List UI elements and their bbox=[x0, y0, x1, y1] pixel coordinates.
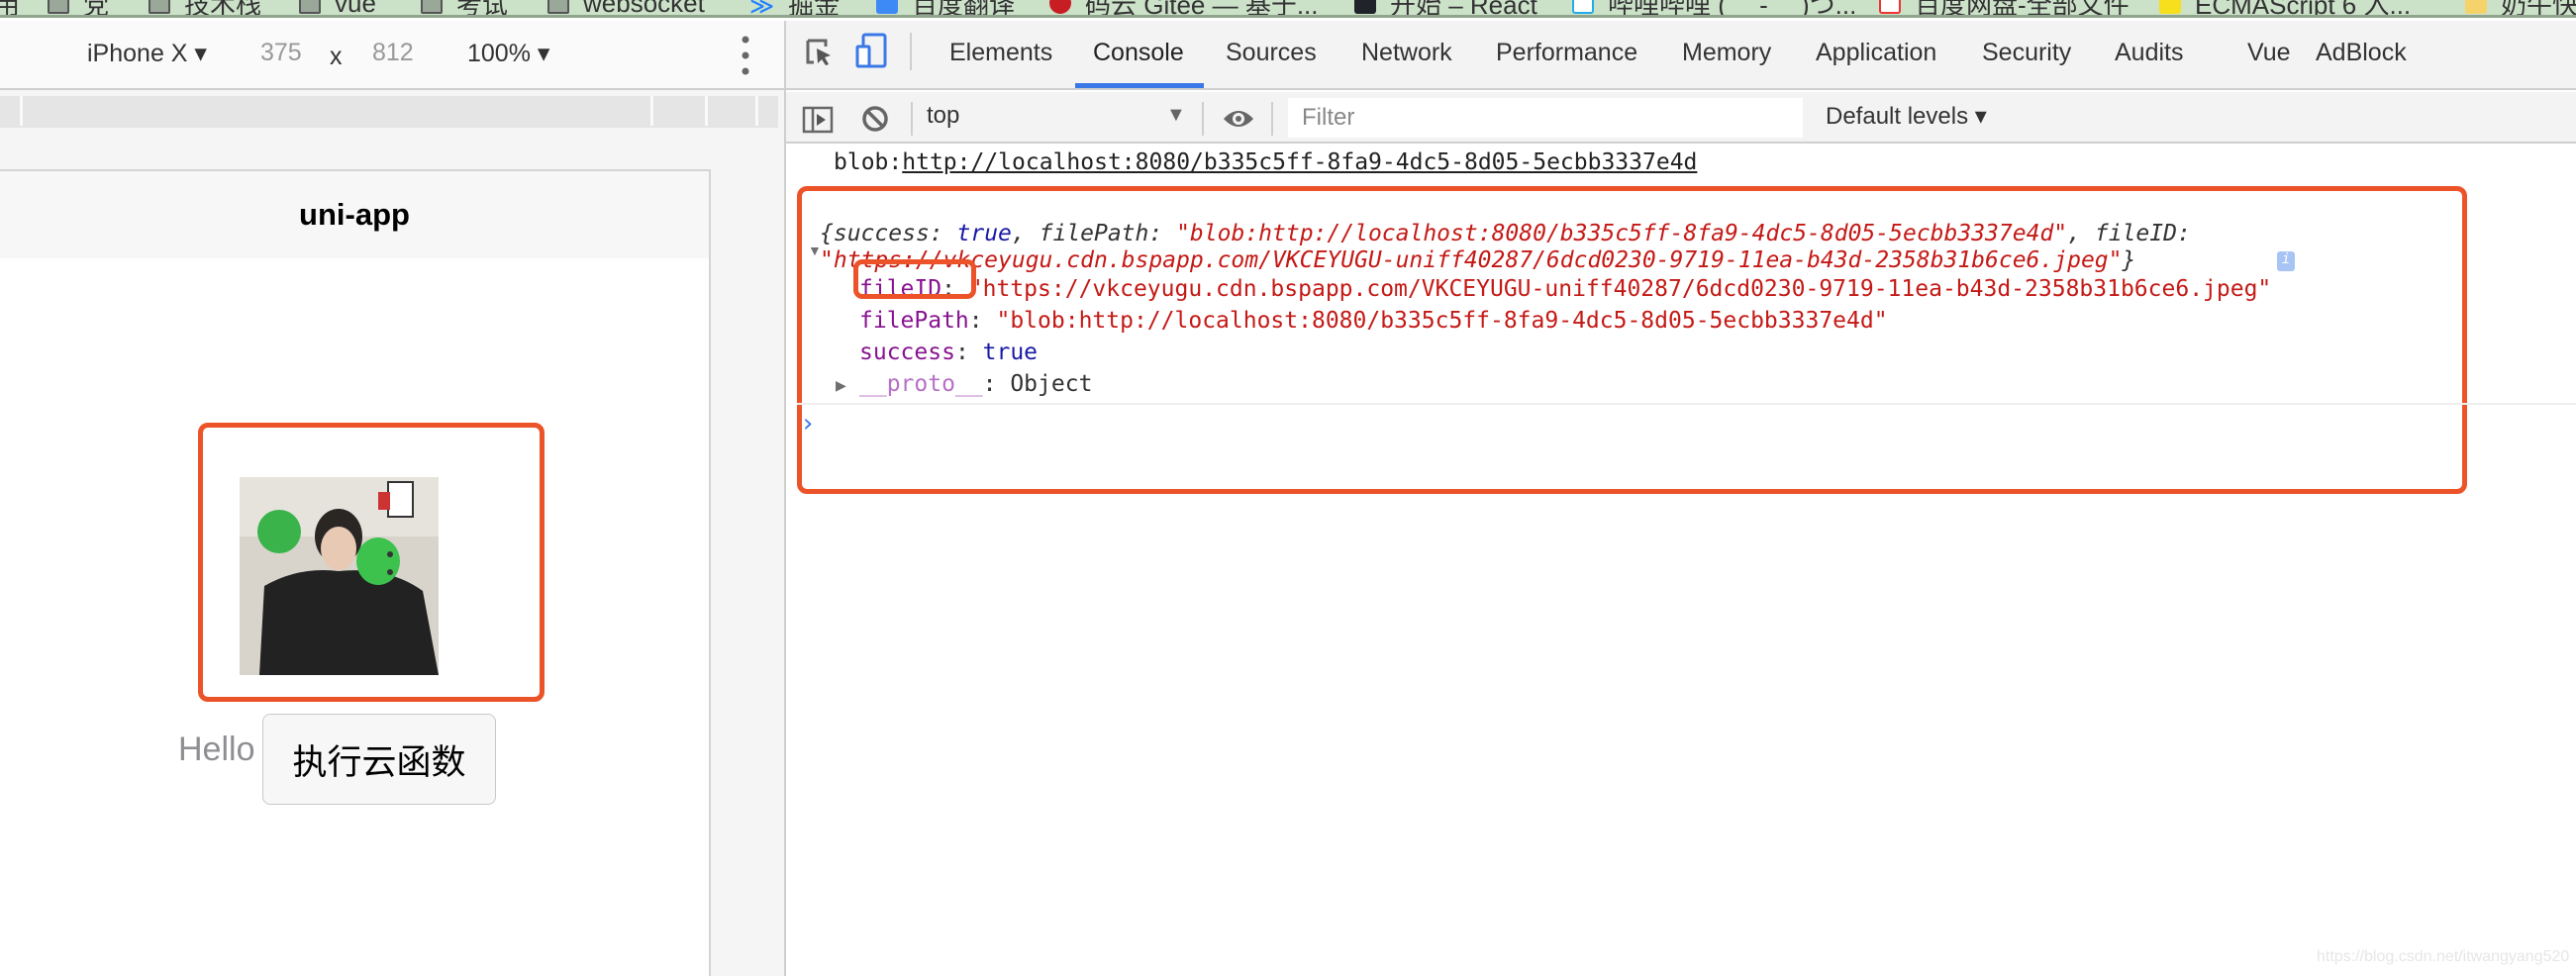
hello-text: Hello bbox=[178, 731, 255, 768]
folder-icon bbox=[149, 0, 170, 14]
live-expression-eye-icon[interactable] bbox=[1222, 106, 1255, 132]
log-levels-select[interactable]: Default levels ▾ bbox=[1826, 102, 1987, 131]
height-input[interactable]: 812 bbox=[372, 39, 414, 67]
bookmark-item[interactable]: 码云 Gitee — 基于... bbox=[1049, 0, 1319, 15]
prop-success: success: true bbox=[859, 340, 1039, 365]
bilibili-icon bbox=[1572, 0, 1594, 14]
console-message: blob:http://localhost:8080/b335c5ff-8fa9… bbox=[834, 149, 1698, 175]
baidu-pan-icon bbox=[1879, 0, 1901, 14]
prop-proto[interactable]: __proto__: Object bbox=[859, 371, 1092, 397]
folder-icon bbox=[547, 0, 569, 14]
device-toolbar: iPhone X ▾ 375 x 812 100% ▾ bbox=[0, 21, 784, 90]
width-input[interactable]: 375 bbox=[260, 39, 302, 67]
more-options-icon[interactable] bbox=[742, 35, 749, 76]
tab-elements[interactable]: Elements bbox=[949, 39, 1052, 67]
bookmark-item[interactable]: 开始 – React bbox=[1354, 0, 1537, 15]
juejin-icon: ≫ bbox=[749, 0, 775, 18]
chevron-down-icon: ▾ bbox=[194, 40, 207, 67]
inspect-element-icon[interactable] bbox=[806, 39, 834, 66]
tab-security[interactable]: Security bbox=[1982, 39, 2071, 67]
prop-filepath: filePath: "blob:http://localhost:8080/b3… bbox=[859, 308, 1888, 334]
object-summary[interactable]: {success: true, filePath: "blob:http://l… bbox=[820, 221, 2191, 246]
react-icon bbox=[1354, 0, 1376, 14]
bookmark-item[interactable]: vue bbox=[299, 0, 376, 15]
nav-bar: uni-app bbox=[0, 171, 709, 258]
device-emulation-pane: iPhone X ▾ 375 x 812 100% ▾ uni-app Hell… bbox=[0, 21, 784, 976]
console-prompt[interactable]: › bbox=[800, 409, 816, 439]
device-toolbar-toggle-icon[interactable] bbox=[855, 33, 887, 68]
folder-icon bbox=[48, 0, 69, 14]
bookmark-item[interactable]: 百度翻译 bbox=[876, 0, 1015, 15]
filter-input[interactable] bbox=[1288, 98, 1803, 138]
tab-memory[interactable]: Memory bbox=[1682, 39, 1771, 67]
bookmark-item[interactable]: 党 bbox=[48, 0, 109, 15]
zoom-select[interactable]: 100% ▾ bbox=[467, 39, 549, 68]
dimension-separator: x bbox=[330, 43, 343, 70]
tab-application[interactable]: Application bbox=[1816, 39, 1936, 67]
devtools-panel: Elements Console Sources Network Perform… bbox=[784, 21, 2576, 976]
bookmark-item[interactable]: 奶牛快 bbox=[2465, 0, 2576, 15]
tab-console[interactable]: Console bbox=[1093, 39, 1184, 67]
watermark: https://blog.csdn.net/itwangyang520 bbox=[2317, 948, 2570, 965]
chevron-down-icon[interactable]: ▼ bbox=[1166, 104, 1186, 127]
blob-link[interactable]: http://localhost:8080/b335c5ff-8fa9-4dc5… bbox=[902, 149, 1697, 175]
divider bbox=[797, 403, 2576, 405]
bookmark-item[interactable]: 哔哩哔哩 ( ゜- ゜)つ... bbox=[1572, 0, 1856, 15]
tab-network[interactable]: Network bbox=[1361, 39, 1452, 67]
bookmark-item[interactable]: 用 bbox=[0, 0, 20, 15]
chevron-down-icon: ▾ bbox=[1974, 103, 1987, 130]
tab-adblock[interactable]: AdBlock bbox=[2316, 39, 2407, 67]
page-title: uni-app bbox=[299, 197, 410, 232]
console-toolbar: top ▼ Default levels ▾ bbox=[786, 92, 2576, 144]
prop-fileid: fileID: "https://vkceyugu.cdn.bspapp.com… bbox=[859, 276, 2272, 302]
cow-icon bbox=[2465, 0, 2487, 14]
tab-audits[interactable]: Audits bbox=[2115, 39, 2183, 67]
tab-sources[interactable]: Sources bbox=[1226, 39, 1317, 67]
uploaded-photo bbox=[240, 477, 439, 675]
phone-viewport: uni-app Hello 执行云函数 bbox=[0, 169, 711, 976]
info-icon[interactable]: i bbox=[2277, 251, 2295, 271]
folder-icon bbox=[299, 0, 321, 14]
gitee-icon bbox=[1049, 0, 1071, 14]
context-select[interactable]: top bbox=[927, 102, 959, 130]
clear-console-icon[interactable] bbox=[861, 105, 889, 133]
chevron-down-icon: ▾ bbox=[537, 40, 550, 67]
object-summary-continued: "https://vkceyugu.cdn.bspapp.com/VKCEYUG… bbox=[820, 247, 2295, 273]
bookmarks-bar: 用 党 技术栈 vue 考试 websocket ≫掘金 百度翻译 码云 Git… bbox=[0, 0, 2576, 18]
bookmark-item[interactable]: 考试 bbox=[421, 0, 508, 15]
expand-triangle-icon[interactable]: ▶ bbox=[836, 377, 846, 394]
es-icon bbox=[2159, 0, 2181, 14]
folder-icon bbox=[421, 0, 443, 14]
tab-vue[interactable]: Vue bbox=[2247, 39, 2291, 67]
bookmark-item[interactable]: websocket bbox=[547, 0, 705, 15]
bookmark-item[interactable]: ≫ 掘金 bbox=[749, 0, 840, 18]
show-sidebar-icon[interactable] bbox=[802, 106, 834, 134]
bookmark-item[interactable]: ECMAScript 6 入... bbox=[2159, 0, 2411, 15]
bookmark-item[interactable]: 百度网盘-全部文件 bbox=[1879, 0, 2130, 15]
bookmark-item[interactable]: 技术栈 bbox=[149, 0, 261, 15]
device-select[interactable]: iPhone X ▾ bbox=[87, 39, 207, 68]
devtools-tab-bar: Elements Console Sources Network Perform… bbox=[786, 21, 2576, 90]
baidu-translate-icon bbox=[876, 0, 898, 14]
media-query-ruler[interactable] bbox=[0, 96, 778, 128]
active-tab-indicator bbox=[1075, 83, 1204, 88]
tab-performance[interactable]: Performance bbox=[1496, 39, 1637, 67]
highlight-box bbox=[853, 259, 976, 299]
run-cloud-function-button[interactable]: 执行云函数 bbox=[262, 714, 496, 805]
